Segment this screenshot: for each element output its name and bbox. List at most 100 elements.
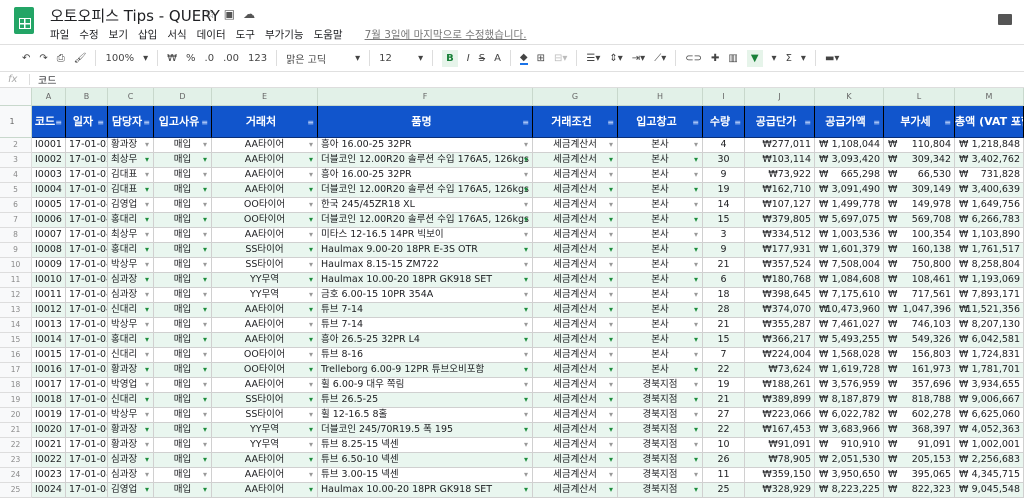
cell-H[interactable]: 경북지점 <box>618 438 703 453</box>
cell-B[interactable]: 17-01-04 <box>66 288 108 303</box>
filter-icon[interactable]: ≡ <box>55 117 62 129</box>
row-number[interactable]: 9 <box>0 243 32 258</box>
filter-icon[interactable]: ≡ <box>97 117 104 129</box>
cell-F[interactable]: 튜브 7-14 <box>318 318 533 333</box>
cell-C[interactable]: 박상무 <box>108 408 154 423</box>
cell-C[interactable]: 홍대리 <box>108 243 154 258</box>
cell-K[interactable]: ₩7,508,004 <box>815 258 884 273</box>
more-formats-button[interactable]: 123 <box>248 53 267 64</box>
cell-B[interactable]: 17-01-05 <box>66 318 108 333</box>
cell-A[interactable]: I0021 <box>32 438 66 453</box>
cell-L[interactable]: ₩309,342 <box>884 153 955 168</box>
cell-B[interactable]: 17-01-02 <box>66 183 108 198</box>
fill-color-icon[interactable]: ◆ <box>519 52 528 65</box>
cell-C[interactable]: 김대표 <box>108 168 154 183</box>
cell-B[interactable]: 17-01-04 <box>66 258 108 273</box>
menu-item[interactable]: 삽입 <box>138 27 157 42</box>
paint-format-icon[interactable]: 🖌 <box>74 53 87 64</box>
cell-H[interactable]: 본사 <box>618 258 703 273</box>
menu-item[interactable]: 도움말 <box>314 27 343 42</box>
header-cell[interactable]: 공급단가 ≡ <box>745 106 815 138</box>
menu-item[interactable]: 서식 <box>167 27 186 42</box>
cell-E[interactable]: AA타이어 <box>212 468 318 483</box>
cell-I[interactable]: 15 <box>703 213 745 228</box>
cell-M[interactable]: ₩1,649,756 <box>955 198 1024 213</box>
filter-icon[interactable]: ≡ <box>522 117 529 129</box>
cell-D[interactable]: 매입 <box>154 213 212 228</box>
cell-C[interactable]: 황과장 <box>108 423 154 438</box>
cell-A[interactable]: I0016 <box>32 363 66 378</box>
column-header-G[interactable]: G <box>533 88 618 106</box>
cell-F[interactable]: 튜브 26.5-25 <box>318 393 533 408</box>
italic-button[interactable]: I <box>467 53 470 64</box>
cell-L[interactable]: ₩357,696 <box>884 378 955 393</box>
cell-A[interactable]: I0022 <box>32 453 66 468</box>
cell-E[interactable]: AA타이어 <box>212 303 318 318</box>
cell-J[interactable]: ₩359,150 <box>745 468 815 483</box>
cell-A[interactable]: I0011 <box>32 288 66 303</box>
cell-L[interactable]: ₩368,397 <box>884 423 955 438</box>
cell-I[interactable]: 7 <box>703 348 745 363</box>
chart-icon[interactable]: ▥ <box>728 53 737 64</box>
bold-button[interactable]: B <box>442 49 458 67</box>
cell-H[interactable]: 본사 <box>618 243 703 258</box>
strikethrough-button[interactable]: S <box>479 53 485 64</box>
cell-H[interactable]: 경북지점 <box>618 408 703 423</box>
filter-icon[interactable]: ≡ <box>1013 117 1020 129</box>
cell-B[interactable]: 17-01-04 <box>66 198 108 213</box>
header-cell[interactable]: 공급총액 (VAT 포함)≡ <box>955 106 1024 138</box>
undo-icon[interactable]: ↶ <box>22 53 30 64</box>
cell-E[interactable]: AA타이어 <box>212 483 318 498</box>
cell-H[interactable]: 본사 <box>618 348 703 363</box>
column-header-F[interactable]: F <box>318 88 533 106</box>
cell-H[interactable]: 본사 <box>618 303 703 318</box>
cell-A[interactable]: I0020 <box>32 423 66 438</box>
cell-C[interactable]: 박영업 <box>108 378 154 393</box>
percent-format-button[interactable]: % <box>186 53 196 64</box>
column-header-E[interactable]: E <box>212 88 318 106</box>
cell-H[interactable]: 본사 <box>618 288 703 303</box>
cell-M[interactable]: ₩3,402,762 <box>955 153 1024 168</box>
redo-icon[interactable]: ↷ <box>39 53 47 64</box>
font-select[interactable]: 맑은 고딕 <box>286 51 346 66</box>
cell-L[interactable]: ₩750,800 <box>884 258 955 273</box>
cell-K[interactable]: ₩3,950,650 <box>815 468 884 483</box>
cell-D[interactable]: 매입 <box>154 408 212 423</box>
text-wrap-icon[interactable]: ⇥▾ <box>632 53 645 64</box>
cell-J[interactable]: ₩223,066 <box>745 408 815 423</box>
row-number[interactable]: 15 <box>0 333 32 348</box>
cell-H[interactable]: 본사 <box>618 198 703 213</box>
cell-K[interactable]: ₩6,022,782 <box>815 408 884 423</box>
cell-L[interactable]: ₩91,091 <box>884 438 955 453</box>
cell-J[interactable]: ₩366,217 <box>745 333 815 348</box>
cell-M[interactable]: ₩9,045,548 <box>955 483 1024 498</box>
cell-D[interactable]: 매입 <box>154 363 212 378</box>
cell-J[interactable]: ₩73,922 <box>745 168 815 183</box>
cell-D[interactable]: 매입 <box>154 468 212 483</box>
cell-J[interactable]: ₩374,070 <box>745 303 815 318</box>
cloud-status-icon[interactable]: ☁ <box>243 7 263 21</box>
cell-I[interactable]: 15 <box>703 333 745 348</box>
cell-D[interactable]: 매입 <box>154 288 212 303</box>
header-cell[interactable]: 코드 ≡ <box>32 106 66 138</box>
move-folder-icon[interactable]: ▣ <box>224 7 243 21</box>
cell-D[interactable]: 매입 <box>154 333 212 348</box>
cell-I[interactable]: 21 <box>703 318 745 333</box>
cell-G[interactable]: 세금계산서 <box>533 348 618 363</box>
cell-G[interactable]: 세금계산서 <box>533 303 618 318</box>
cell-M[interactable]: ₩11,521,356 <box>955 303 1024 318</box>
cell-B[interactable]: 17-01-08 <box>66 483 108 498</box>
filter-icon[interactable]: ≡ <box>607 117 614 129</box>
cell-F[interactable]: 튜브 7-14 <box>318 303 533 318</box>
cell-D[interactable]: 매입 <box>154 153 212 168</box>
row-number[interactable]: 14 <box>0 318 32 333</box>
cell-K[interactable]: ₩1,108,044 <box>815 138 884 153</box>
cell-A[interactable]: I0007 <box>32 228 66 243</box>
cell-H[interactable]: 본사 <box>618 228 703 243</box>
column-header-M[interactable]: M <box>955 88 1024 106</box>
cell-H[interactable]: 본사 <box>618 213 703 228</box>
row-number[interactable]: 20 <box>0 408 32 423</box>
row-number[interactable]: 12 <box>0 288 32 303</box>
cell-K[interactable]: ₩1,499,778 <box>815 198 884 213</box>
cell-B[interactable]: 17-01-06 <box>66 423 108 438</box>
